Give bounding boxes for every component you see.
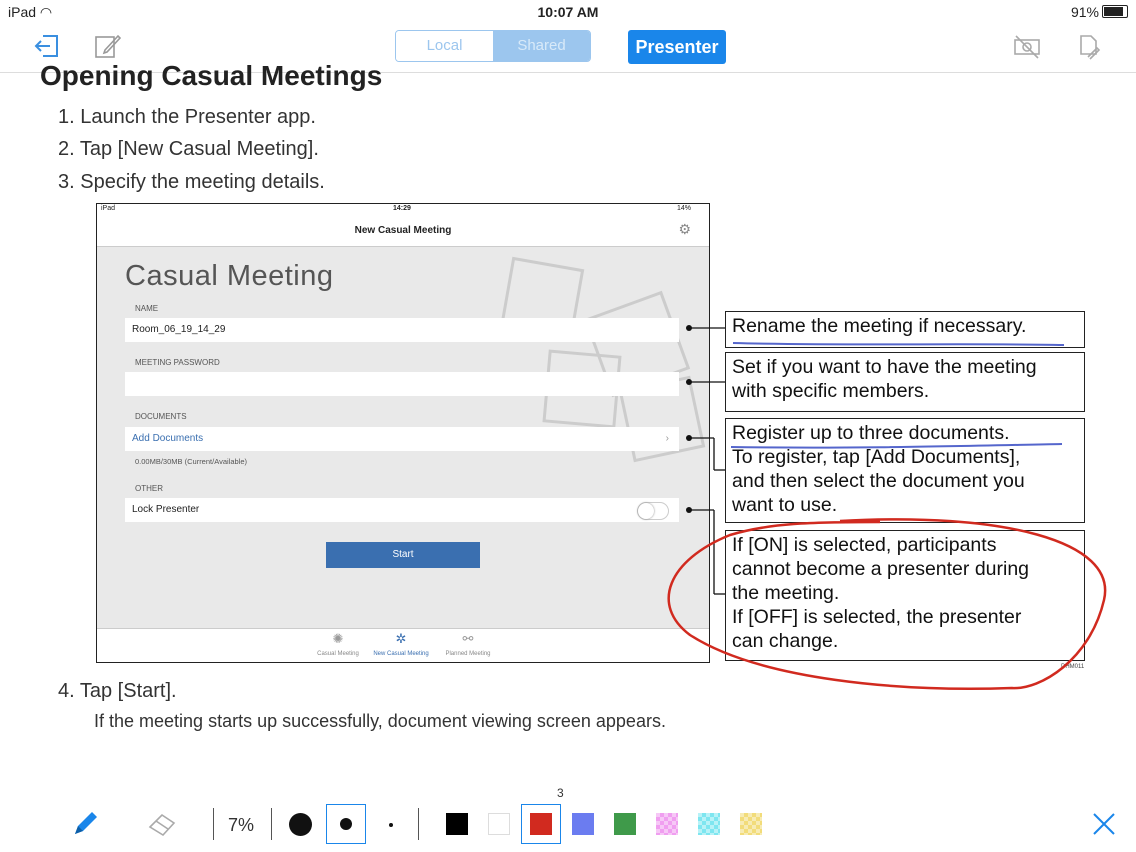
document-title: Opening Casual Meetings <box>40 60 383 91</box>
password-label: MEETING PASSWORD <box>135 358 220 367</box>
step-3: 3. Specify the meeting details. <box>58 171 325 193</box>
color-green[interactable] <box>614 813 636 835</box>
embed-nav-title: New Casual Meeting <box>97 216 709 247</box>
add-documents-row[interactable]: Add Documents › <box>125 427 679 451</box>
new-casual-meeting-tab-icon: ✲ <box>395 631 407 646</box>
chevron-right-icon: › <box>665 433 669 444</box>
clock: 10:07 AM <box>537 4 599 20</box>
figure-code: DHM011 <box>1061 664 1085 670</box>
pen-icon[interactable] <box>70 807 102 844</box>
color-cyan-highlighter[interactable] <box>698 813 720 835</box>
embed-heading: Casual Meeting <box>125 260 334 292</box>
status-bar: iPad ◠ 10:07 AM 91% <box>0 0 1136 22</box>
close-icon[interactable] <box>1090 810 1118 843</box>
opacity-percentage[interactable]: 7% <box>228 815 254 836</box>
toolbar-divider <box>271 808 272 840</box>
planned-meeting-tab-icon: ⚯ <box>462 631 474 646</box>
battery-icon <box>1102 5 1128 18</box>
embedded-app-screenshot: iPad 14:29 14% New Casual Meeting ⚙ Casu… <box>96 203 710 663</box>
password-field[interactable] <box>125 372 679 396</box>
eraser-icon[interactable] <box>146 808 178 843</box>
local-shared-segment[interactable]: Local Shared <box>395 30 591 62</box>
selection-marker: 3 <box>557 786 564 800</box>
battery-indicator: 91% <box>1071 4 1128 20</box>
name-field[interactable]: Room_06_19_14_29 <box>125 318 679 342</box>
document-icon[interactable] <box>1074 32 1104 62</box>
toolbar-divider <box>213 808 214 840</box>
stroke-large[interactable] <box>289 813 312 836</box>
color-white[interactable] <box>488 813 510 835</box>
step-4-description: If the meeting starts up successfully, d… <box>94 711 666 731</box>
callout-rename: Rename the meeting if necessary. <box>725 311 1085 348</box>
color-black[interactable] <box>446 813 468 835</box>
gear-icon: ⚙ <box>678 221 691 237</box>
lock-presenter-toggle[interactable] <box>637 502 669 520</box>
start-button[interactable]: Start <box>326 542 480 568</box>
segment-local[interactable]: Local <box>396 31 493 61</box>
name-label: NAME <box>135 304 159 313</box>
presenter-button[interactable]: Presenter <box>628 30 726 64</box>
callout-documents: Register up to three documents. To regist… <box>725 418 1085 523</box>
stroke-medium-selected[interactable] <box>326 804 366 844</box>
other-label: OTHER <box>135 484 163 493</box>
tab-casual-meeting[interactable]: Casual Meeting <box>311 651 365 657</box>
color-red-selected[interactable] <box>521 804 561 844</box>
casual-meeting-tab-icon: ✺ <box>332 631 344 646</box>
embed-status-bar: iPad 14:29 14% <box>97 204 709 216</box>
step-2: 2. Tap [New Casual Meeting]. <box>58 138 319 160</box>
tab-new-casual-meeting[interactable]: New Casual Meeting <box>366 651 436 657</box>
callout-password: Set if you want to have the meeting with … <box>725 352 1085 412</box>
step-1: 1. Launch the Presenter app. <box>58 106 316 128</box>
color-blue[interactable] <box>572 813 594 835</box>
storage-info: 0.00MB/30MB (Current/Available) <box>135 457 247 466</box>
tab-planned-meeting[interactable]: Planned Meeting <box>437 651 499 657</box>
callout-connectors <box>686 325 726 595</box>
toolbar-divider <box>418 808 419 840</box>
step-4: 4. Tap [Start]. <box>58 680 177 702</box>
lock-presenter-row: Lock Presenter <box>125 498 679 522</box>
color-yellow-highlighter[interactable] <box>740 813 762 835</box>
stroke-small[interactable] <box>389 823 393 827</box>
segment-shared[interactable]: Shared <box>493 31 590 61</box>
exit-icon[interactable] <box>32 32 62 62</box>
embed-tab-bar: ✺ Casual Meeting ✲ New Casual Meeting ⚯ … <box>97 628 709 662</box>
edit-icon[interactable] <box>92 32 122 62</box>
color-pink-highlighter[interactable] <box>656 813 678 835</box>
camera-off-icon[interactable] <box>1012 32 1042 62</box>
documents-label: DOCUMENTS <box>135 412 187 421</box>
callout-lock-presenter: If [ON] is selected, participants cannot … <box>725 530 1085 661</box>
